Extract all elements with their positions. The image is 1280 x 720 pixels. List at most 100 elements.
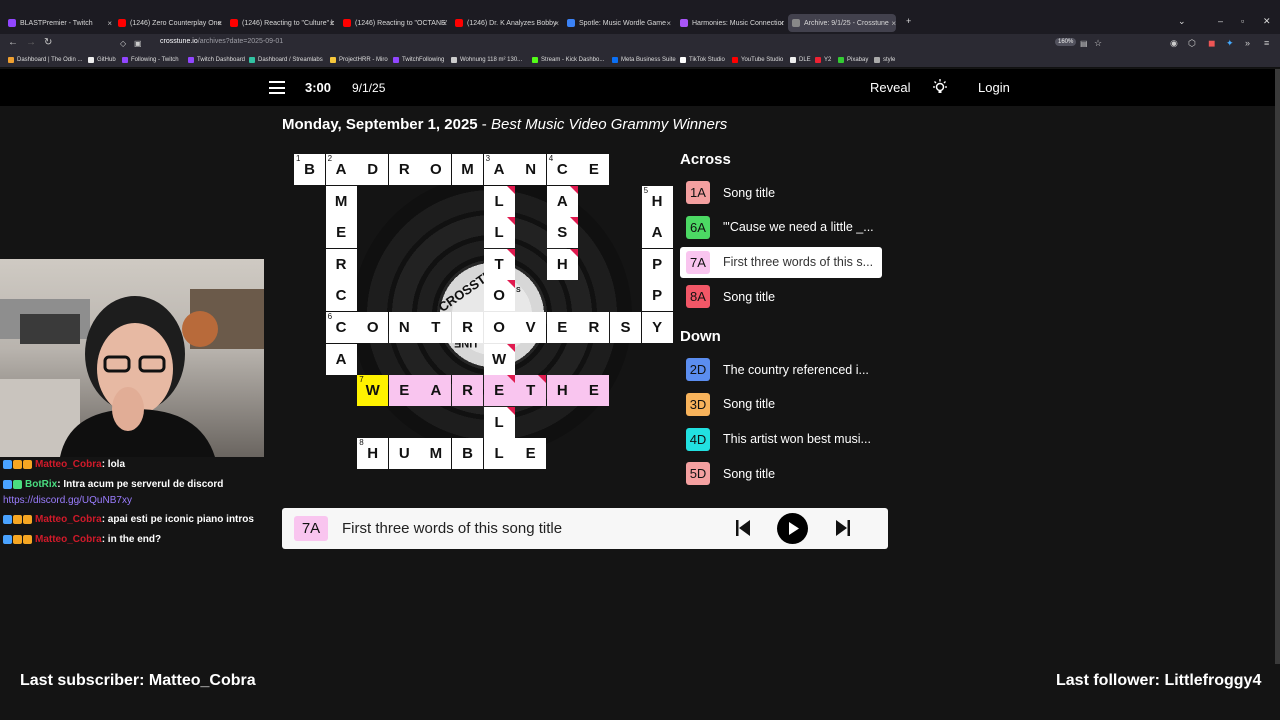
bookmark-item[interactable]: DLE [790,57,811,63]
next-icon[interactable] [836,518,850,538]
grid-cell[interactable]: W7 [357,375,389,407]
reveal-button[interactable]: Reveal [870,80,910,95]
clue-item[interactable]: 1A Song title [680,177,882,208]
star-icon[interactable]: ☆ [1094,38,1102,49]
clue-item[interactable]: 2D The country referenced i... [680,354,882,385]
browser-tab[interactable]: (1246) Reacting to "Culture" by × [230,14,334,32]
grid-cell[interactable]: E [388,375,420,407]
clue-item[interactable]: 8A Song title [680,281,882,312]
extension-icon[interactable]: ◼ [1208,38,1215,49]
grid-cell[interactable]: H5 [641,185,673,217]
close-window-icon[interactable]: ✕ [1263,16,1271,27]
grid-cell[interactable]: H8 [357,438,389,470]
grid-cell[interactable]: C [325,280,357,312]
clue-item[interactable]: 3D Song title [680,389,882,420]
grid-cell[interactable]: N [388,312,420,343]
chat-username[interactable]: BotRix [25,479,57,490]
grid-cell[interactable]: S [546,217,578,249]
grid-cell[interactable]: N [515,154,547,185]
extension-icon[interactable]: ◉ [1170,38,1178,49]
bookmark-item[interactable]: Wohnung 118 m² 130... [451,57,522,63]
grid-cell[interactable]: E [546,312,578,343]
bookmark-item[interactable]: TikTok Studio [680,57,725,63]
discord-link[interactable]: https://discord.gg/UQuNB7xy [3,495,132,506]
close-tab-icon[interactable]: × [666,19,671,28]
grid-cell[interactable]: V [515,312,547,343]
close-tab-icon[interactable]: × [329,19,334,28]
play-button[interactable] [777,513,808,544]
grid-cell[interactable]: O [483,312,515,343]
bookmark-item[interactable]: Y2 [815,57,831,63]
grid-cell[interactable]: A [546,185,578,217]
grid-cell[interactable]: E [483,375,515,407]
close-tab-icon[interactable]: × [442,19,447,28]
lightbulb-icon[interactable] [932,79,948,95]
bookmark-item[interactable]: GitHub [88,57,116,63]
browser-tab[interactable]: (1246) Dr. K Analyzes Bobby Le × [455,14,559,32]
reader-icon[interactable]: ▤ [1080,39,1088,48]
bookmark-item[interactable]: ProjectHRR - Miro [330,57,388,63]
bookmark-item[interactable]: Stream - Kick Dashbo... [532,57,604,63]
grid-cell[interactable]: U [388,438,420,470]
chat-username[interactable]: Matteo_Cobra [35,514,102,525]
grid-cell[interactable]: M [420,438,452,470]
grid-cell[interactable]: E [515,438,547,470]
login-button[interactable]: Login [978,80,1010,95]
clue-item[interactable]: 4D This artist won best musi... [680,424,882,455]
bookmark-item[interactable]: TwitchFollowing [393,57,444,63]
grid-cell[interactable]: M [452,154,483,185]
grid-cell[interactable]: O [357,312,389,343]
chat-username[interactable]: Matteo_Cobra [35,459,102,470]
back-icon[interactable]: ← [8,37,18,48]
close-tab-icon[interactable]: × [779,19,784,28]
overflow-icon[interactable]: » [1245,38,1250,48]
grid-cell[interactable]: L [483,185,515,217]
grid-cell[interactable]: R [452,375,483,407]
tab-list-icon[interactable]: ⌄ [1178,16,1186,27]
grid-cell[interactable]: L [483,217,515,249]
bookmark-item[interactable]: Following - Twitch [122,57,179,63]
bookmark-item[interactable]: YouTube Studio [732,57,783,63]
clue-item[interactable]: 6A "'Cause we need a little _... [680,212,882,243]
menu-icon[interactable] [269,81,285,94]
close-tab-icon[interactable]: × [891,19,896,28]
grid-cell[interactable]: H [546,375,578,407]
grid-cell[interactable]: Y [641,312,673,343]
reload-icon[interactable]: ↻ [44,37,52,48]
address-bar[interactable]: crosstune.io/archives?date=2025-09-01 [160,38,283,45]
close-tab-icon[interactable]: × [554,19,559,28]
browser-tab[interactable]: Harmonies: Music Connection × [680,14,784,32]
menu-icon[interactable]: ≡ [1264,38,1269,48]
grid-cell[interactable]: C6 [325,312,357,343]
browser-tab[interactable]: (1246) Reacting to "OCTANE" b × [343,14,447,32]
grid-cell[interactable]: W [483,343,515,375]
grid-cell[interactable]: B [452,438,483,470]
grid-cell[interactable]: P [641,248,673,280]
grid-cell[interactable]: M [325,185,357,217]
scrollbar[interactable] [1275,69,1280,664]
close-tab-icon[interactable]: × [107,19,112,28]
zoom-level[interactable]: 160% [1055,38,1077,46]
clue-item[interactable]: 5D Song title [680,458,882,489]
grid-cell[interactable]: O [420,154,452,185]
grid-cell[interactable]: A [641,217,673,249]
grid-cell[interactable]: E [578,154,610,185]
grid-cell[interactable]: A [325,343,357,375]
grid-cell[interactable]: A [420,375,452,407]
clue-item[interactable]: 7A First three words of this s... [680,246,882,278]
grid-cell[interactable]: C4 [546,154,578,185]
bookmark-item[interactable]: style [874,57,895,63]
grid-cell[interactable]: E [578,375,610,407]
grid-cell[interactable]: L [483,406,515,438]
grid-cell[interactable]: B1 [294,154,325,185]
grid-cell[interactable]: S [610,312,641,343]
close-tab-icon[interactable]: × [217,19,222,28]
grid-cell[interactable]: R [325,248,357,280]
bookmark-item[interactable]: Twitch Dashboard [188,57,245,63]
bookmark-item[interactable]: Pixabay [838,57,868,63]
grid-cell[interactable]: A2 [325,154,357,185]
new-tab-icon[interactable]: + [906,16,911,26]
grid-cell[interactable]: O [483,280,515,312]
maximize-icon[interactable]: ▫ [1241,16,1244,26]
grid-cell[interactable]: T [515,375,547,407]
